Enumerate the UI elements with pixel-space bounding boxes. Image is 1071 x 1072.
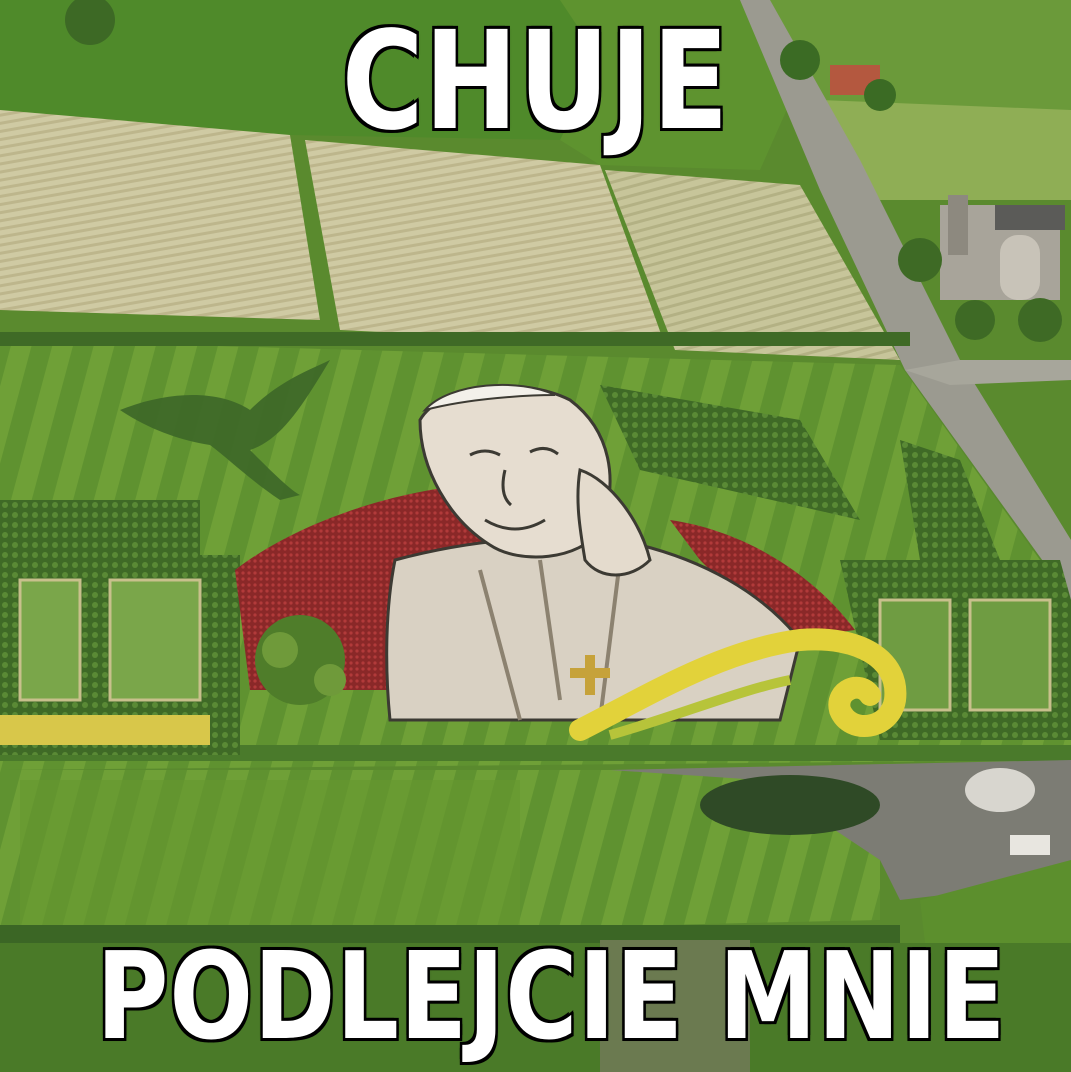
meme-image: CHUJE PODLEJCIE MNIE [0, 0, 1071, 1072]
meme-top-caption: CHUJE [340, 3, 731, 161]
meme-bottom-caption: PODLEJCIE MNIE [94, 928, 1007, 1067]
